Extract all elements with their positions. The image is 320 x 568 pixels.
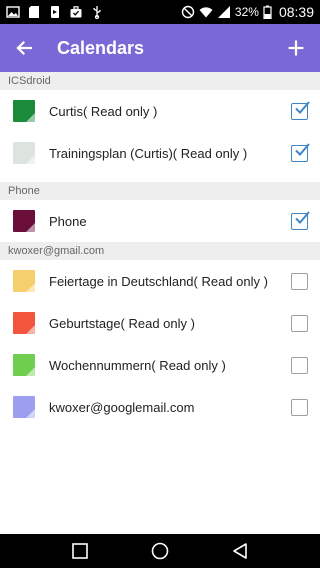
- system-back-button[interactable]: [223, 534, 257, 568]
- sd-card-icon: [27, 5, 41, 19]
- signal-icon: [217, 5, 231, 19]
- calendar-label: Curtis( Read only ): [49, 103, 158, 119]
- calendar-color-swatch: [13, 396, 35, 418]
- calendar-color-swatch: [13, 210, 35, 232]
- plus-icon: [288, 40, 304, 56]
- calendar-checkbox[interactable]: [291, 142, 310, 162]
- status-bar: 32% 08:39: [0, 0, 320, 24]
- calendar-color-swatch: [13, 312, 35, 334]
- system-status: 32% 08:39: [181, 4, 314, 20]
- calendar-list: ICSdroid Curtis( Read only ) Trainingspl…: [0, 72, 320, 534]
- recents-button[interactable]: [63, 534, 97, 568]
- calendar-checkbox[interactable]: [291, 210, 310, 230]
- section-header-icsdroid: ICSdroid: [0, 72, 320, 90]
- calendar-color-swatch: [13, 354, 35, 376]
- calendar-checkbox[interactable]: [291, 100, 310, 120]
- calendar-label: Feiertage in Deutschland( Read only ): [49, 273, 268, 289]
- back-triangle-icon: [233, 543, 247, 559]
- clock: 08:39: [278, 4, 314, 20]
- calendar-row[interactable]: Feiertage in Deutschland( Read only ): [0, 260, 320, 302]
- calendar-checkbox[interactable]: [291, 314, 308, 332]
- battery-icon: [263, 5, 272, 19]
- no-disturb-icon: [181, 5, 195, 19]
- calendar-label: Trainingsplan (Curtis)( Read only ): [49, 145, 248, 161]
- usb-icon: [90, 5, 104, 19]
- calendar-row[interactable]: Curtis( Read only ): [0, 90, 320, 132]
- calendar-label: kwoxer@googlemail.com: [49, 399, 195, 415]
- section-header-account: kwoxer@gmail.com: [0, 242, 320, 260]
- calendar-row[interactable]: Phone: [0, 200, 320, 242]
- calendar-checkbox[interactable]: [291, 398, 308, 416]
- calendar-label: Wochennummern( Read only ): [49, 357, 226, 373]
- briefcase-icon: [69, 5, 83, 19]
- home-button[interactable]: [143, 534, 177, 568]
- home-circle-icon: [151, 542, 169, 560]
- recents-square-icon: [72, 543, 88, 559]
- calendar-color-swatch: [13, 142, 35, 164]
- calendar-color-swatch: [13, 100, 35, 122]
- calendar-checkbox[interactable]: [291, 356, 308, 374]
- back-button[interactable]: [0, 24, 48, 72]
- calendar-row[interactable]: Trainingsplan (Curtis)( Read only ): [0, 132, 320, 174]
- wifi-icon: [199, 5, 213, 19]
- calendar-row[interactable]: Geburtstage( Read only ): [0, 302, 320, 344]
- section-header-phone: Phone: [0, 182, 320, 200]
- image-icon: [6, 5, 20, 19]
- page-title: Calendars: [57, 37, 145, 58]
- add-calendar-button[interactable]: [272, 24, 320, 72]
- app-bar: Calendars: [0, 24, 320, 72]
- calendar-checkbox[interactable]: [291, 272, 308, 290]
- calendar-label: Phone: [49, 213, 87, 229]
- calendar-color-swatch: [13, 270, 35, 292]
- battery-percent: 32%: [234, 5, 259, 19]
- calendar-label: Geburtstage( Read only ): [49, 315, 195, 331]
- calendar-row[interactable]: kwoxer@googlemail.com: [0, 386, 320, 428]
- system-nav-bar: [0, 534, 320, 568]
- calendar-row[interactable]: Wochennummern( Read only ): [0, 344, 320, 386]
- notification-icons: [6, 5, 104, 19]
- usb-debug-icon: [48, 5, 62, 19]
- arrow-left-icon: [16, 40, 33, 56]
